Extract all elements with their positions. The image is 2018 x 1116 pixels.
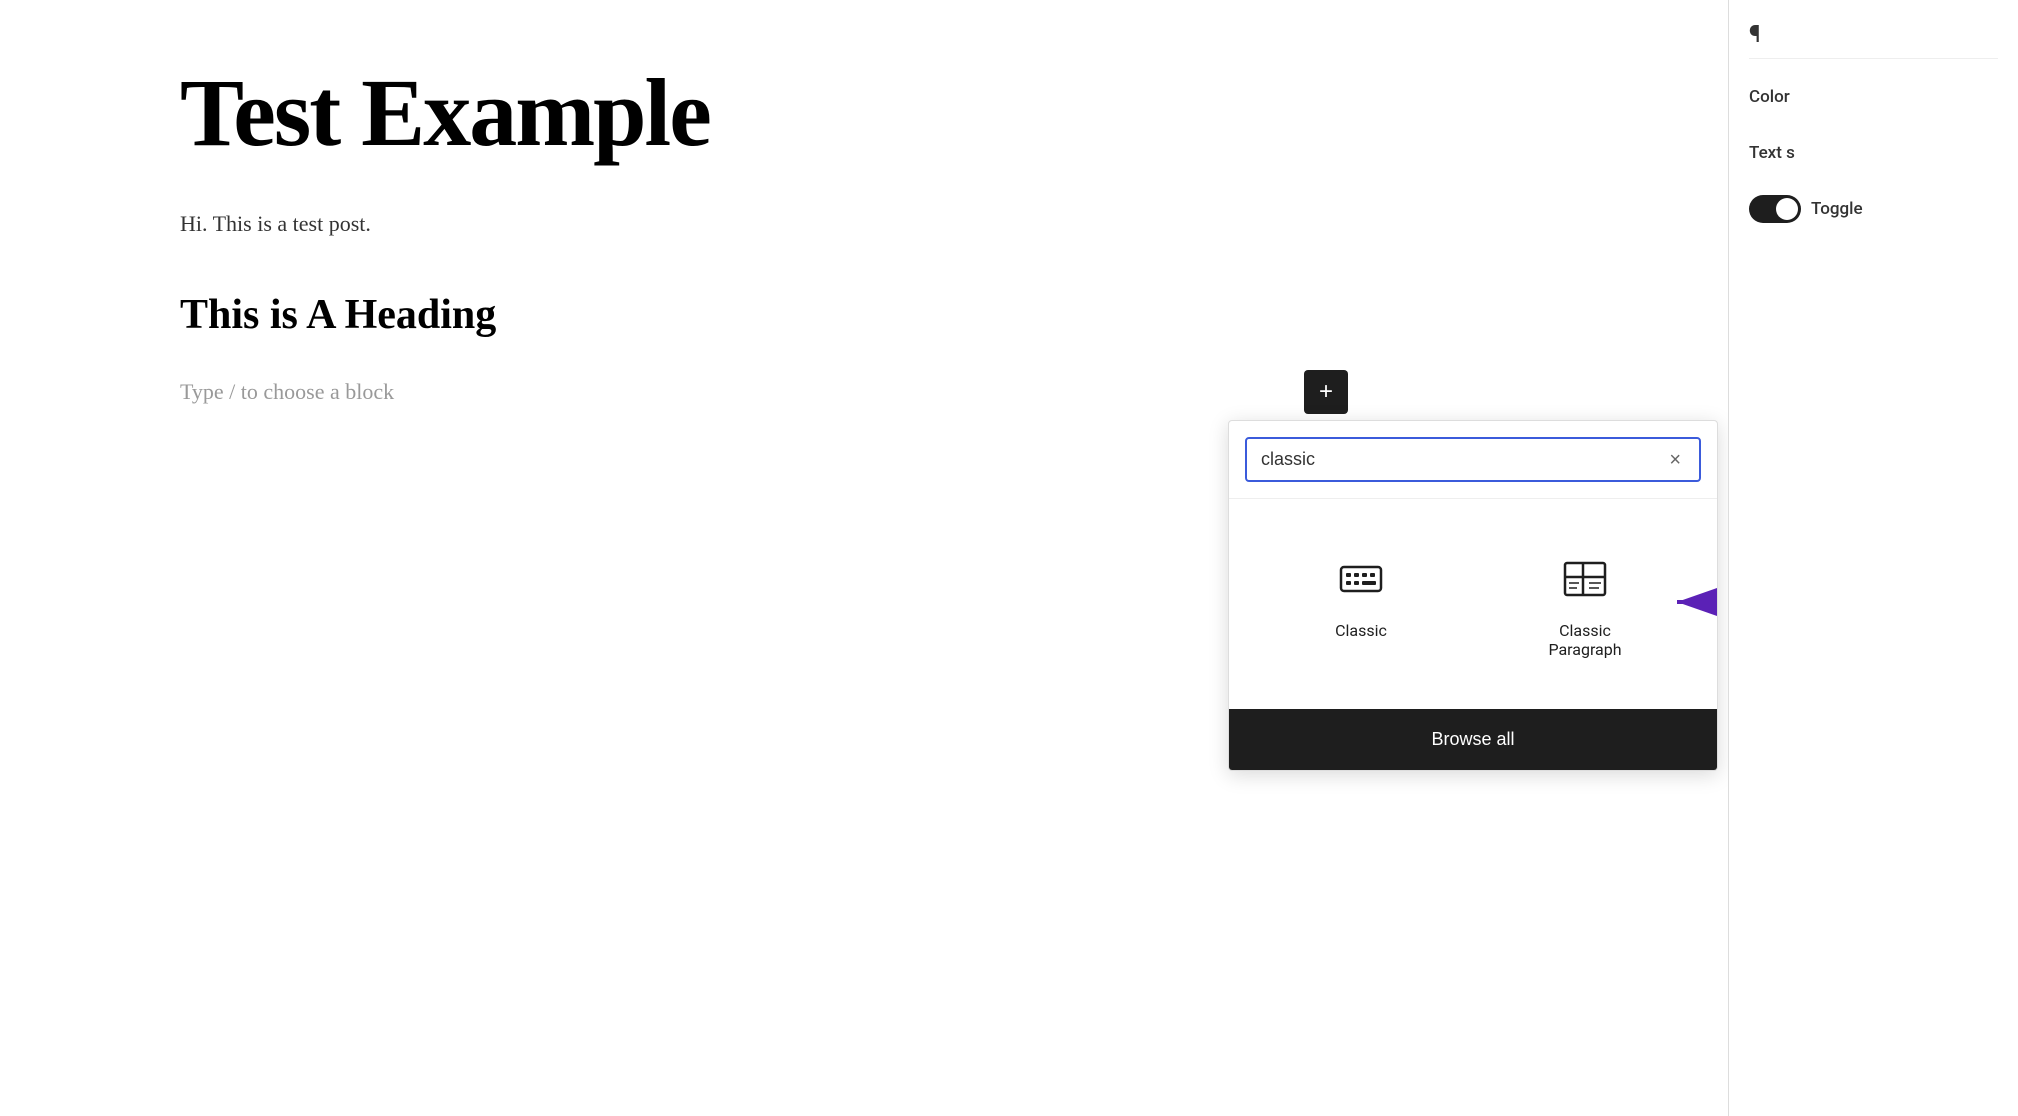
block-search-input[interactable] — [1261, 449, 1665, 470]
post-title[interactable]: Test Example — [180, 60, 1608, 166]
search-container: × — [1229, 421, 1717, 499]
add-block-button[interactable]: + — [1304, 370, 1348, 414]
sidebar-top-icons: ¶ — [1749, 20, 1998, 59]
editor-area: Test Example Hi. This is a test post. Th… — [0, 0, 1728, 1116]
browse-all-button[interactable]: Browse all — [1229, 709, 1717, 770]
classic-block-icon — [1331, 549, 1391, 609]
block-inserter-popup: × — [1228, 420, 1718, 771]
post-heading[interactable]: This is A Heading — [180, 291, 1608, 339]
post-body[interactable]: Hi. This is a test post. — [180, 206, 1608, 241]
classic-block-label: Classic — [1335, 621, 1387, 640]
text-size-label: Text s — [1749, 135, 1998, 171]
blocks-grid: Classic ClassicParagraph — [1229, 499, 1717, 709]
color-label: Color — [1749, 79, 1998, 115]
search-input-wrapper: × — [1245, 437, 1701, 482]
classic-paragraph-block-icon — [1555, 549, 1615, 609]
toggle-switch[interactable] — [1749, 195, 1801, 223]
right-sidebar: ¶ Color Text s Toggle — [1728, 0, 2018, 1116]
purple-arrow-indicator — [1667, 582, 1718, 626]
block-placeholder[interactable]: Type / to choose a block — [180, 379, 1608, 405]
toggle-label: Toggle — [1811, 191, 1863, 227]
classic-paragraph-block-item[interactable]: ClassicParagraph — [1473, 529, 1697, 679]
toggle-container: Toggle — [1749, 191, 1998, 227]
classic-paragraph-block-label: ClassicParagraph — [1548, 621, 1621, 659]
paragraph-icon[interactable]: ¶ — [1749, 20, 1761, 48]
search-clear-button[interactable]: × — [1665, 450, 1685, 470]
classic-block-item[interactable]: Classic — [1249, 529, 1473, 679]
